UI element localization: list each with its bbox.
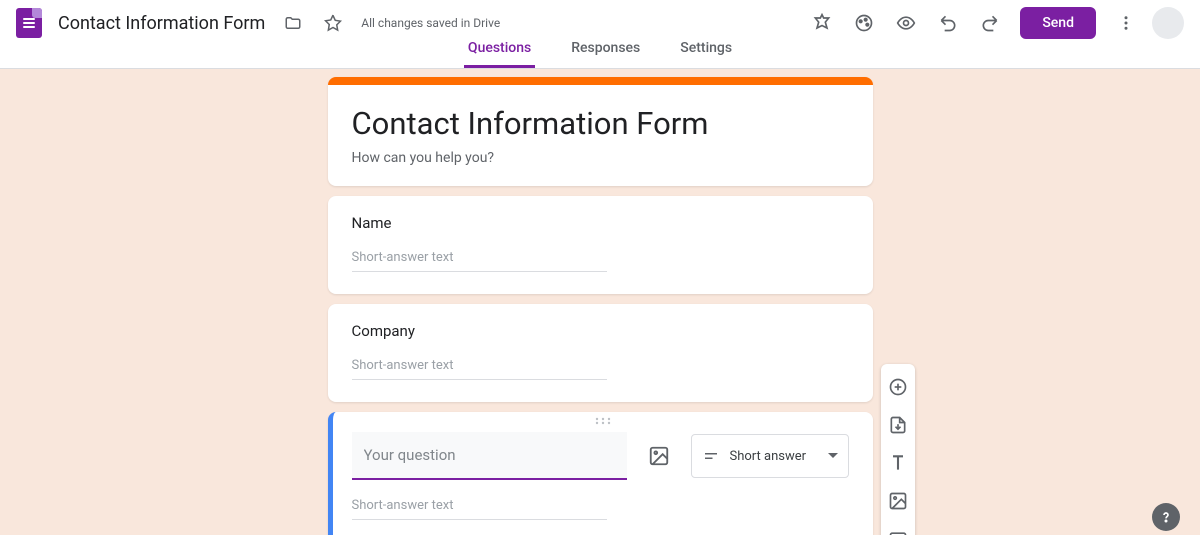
chevron-down-icon bbox=[828, 451, 838, 461]
drag-handle-icon[interactable] bbox=[595, 417, 611, 425]
answer-placeholder: Short-answer text bbox=[352, 250, 607, 272]
form-canvas: Contact Information Form How can you hel… bbox=[0, 69, 1200, 535]
question-title: Company bbox=[352, 322, 849, 340]
floating-toolbar bbox=[881, 364, 915, 535]
tab-responses[interactable]: Responses bbox=[567, 40, 644, 68]
addons-icon[interactable] bbox=[802, 3, 842, 43]
question-card[interactable]: Name Short-answer text bbox=[328, 196, 873, 294]
tab-questions[interactable]: Questions bbox=[464, 40, 535, 68]
form-description[interactable]: How can you help you? bbox=[352, 150, 849, 166]
import-questions-icon[interactable] bbox=[881, 408, 915, 442]
undo-icon[interactable] bbox=[928, 3, 968, 43]
app-header: Contact Information Form All changes sav… bbox=[0, 0, 1200, 40]
add-title-icon[interactable] bbox=[881, 446, 915, 480]
add-video-icon[interactable] bbox=[881, 522, 915, 535]
form-container: Contact Information Form How can you hel… bbox=[328, 77, 873, 535]
more-icon[interactable] bbox=[1106, 3, 1146, 43]
question-card[interactable]: Company Short-answer text bbox=[328, 304, 873, 402]
question-input[interactable] bbox=[352, 432, 627, 480]
send-button[interactable]: Send bbox=[1020, 7, 1096, 39]
question-type-label: Short answer bbox=[730, 449, 807, 464]
add-image-icon[interactable] bbox=[881, 484, 915, 518]
short-answer-icon bbox=[702, 447, 720, 465]
document-title[interactable]: Contact Information Form bbox=[58, 13, 265, 34]
form-title[interactable]: Contact Information Form bbox=[352, 105, 849, 142]
question-header-row: Short answer bbox=[352, 432, 849, 480]
tab-bar: Questions Responses Settings bbox=[0, 40, 1200, 69]
preview-icon[interactable] bbox=[886, 3, 926, 43]
question-type-dropdown[interactable]: Short answer bbox=[691, 434, 849, 478]
redo-icon[interactable] bbox=[970, 3, 1010, 43]
active-question-card[interactable]: Short answer Short-answer text bbox=[328, 412, 873, 535]
save-status: All changes saved in Drive bbox=[361, 16, 500, 30]
move-to-folder-icon[interactable] bbox=[273, 3, 313, 43]
help-icon[interactable] bbox=[1152, 503, 1180, 531]
add-image-icon[interactable] bbox=[639, 436, 679, 476]
form-title-card[interactable]: Contact Information Form How can you hel… bbox=[328, 77, 873, 186]
add-question-icon[interactable] bbox=[881, 370, 915, 404]
forms-logo[interactable] bbox=[16, 8, 42, 38]
user-avatar[interactable] bbox=[1152, 7, 1184, 39]
answer-placeholder: Short-answer text bbox=[352, 358, 607, 380]
question-title: Name bbox=[352, 214, 849, 232]
tab-settings[interactable]: Settings bbox=[676, 40, 736, 68]
star-icon[interactable] bbox=[313, 3, 353, 43]
answer-placeholder: Short-answer text bbox=[352, 498, 607, 520]
header-actions: Send bbox=[802, 3, 1184, 43]
customize-theme-icon[interactable] bbox=[844, 3, 884, 43]
